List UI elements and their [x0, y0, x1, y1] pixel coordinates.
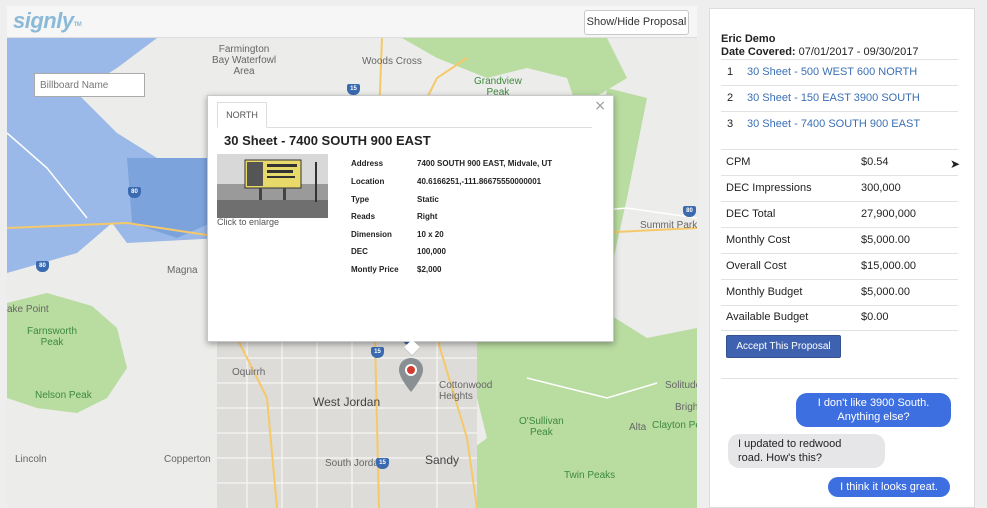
interstate-shield-icon: 80 [683, 206, 696, 217]
chat-message-sent: I think it looks great. [828, 477, 950, 497]
divider [721, 227, 958, 228]
date-covered: Date Covered: 07/01/2017 - 09/30/2017 [721, 46, 919, 58]
divider [721, 378, 958, 379]
divider [721, 253, 958, 254]
attr-address-value: 7400 SOUTH 900 EAST, Midvale, UT [417, 159, 553, 168]
interstate-shield-icon: 15 [371, 347, 384, 358]
billboard-marker-icon[interactable] [399, 358, 423, 392]
billboard-title: 30 Sheet - 7400 SOUTH 900 EAST [224, 133, 431, 148]
attr-type-label: Type [351, 195, 370, 204]
attr-location-value: 40.6166251,-111.86675550000001 [417, 177, 542, 186]
divider [721, 201, 958, 202]
map-label-farmington: Farmington Bay Waterfowl Area [212, 44, 277, 77]
metric-overall-cost-value: $15,000.00 [861, 260, 917, 272]
metric-cpm-value: $0.54 [861, 156, 889, 168]
attr-dimension-label: Dimension [351, 230, 392, 239]
metric-dec-impressions-label: DEC Impressions [726, 182, 812, 194]
billboard-name-input[interactable] [34, 73, 145, 97]
metric-available-budget-value: $0.00 [861, 311, 889, 323]
metric-monthly-budget-value: $5,000.00 [861, 286, 910, 298]
map-label-cottonwood: Cottonwood Heights [439, 380, 493, 402]
metric-monthly-budget-label: Monthly Budget [726, 286, 803, 298]
location-link-1[interactable]: 30 Sheet - 500 WEST 600 NORTH [747, 66, 917, 78]
metric-dec-total-value: 27,900,000 [861, 208, 917, 220]
client-name: Eric Demo [721, 33, 776, 45]
map-label-alta: Alta [629, 422, 647, 433]
interstate-shield-icon: 80 [36, 261, 49, 272]
metric-dec-total-label: DEC Total [726, 208, 776, 220]
tab-north[interactable]: NORTH [217, 102, 267, 128]
mouse-cursor-icon: ➤ [950, 157, 961, 171]
billboard-photo[interactable] [217, 154, 328, 218]
interstate-shield-icon: 80 [128, 187, 141, 198]
attr-reads-label: Reads [351, 212, 376, 221]
attr-price-value: $2,000 [417, 265, 442, 274]
map-label-farnsworth: Farnsworth Peak [27, 326, 78, 348]
map-label-nelson-peak: Nelson Peak [35, 390, 92, 401]
map-label-oquirrh: Oquirrh [232, 367, 266, 378]
map-label-lincoln: Lincoln [15, 454, 47, 465]
map-label-magna: Magna [167, 265, 198, 276]
map-label-woods-cross: Woods Cross [362, 56, 422, 67]
map-label-west-jordan: West Jordan [313, 395, 381, 409]
chat-message-sent: I don't like 3900 South. Anything else? [796, 393, 951, 427]
metric-monthly-cost-label: Monthly Cost [726, 234, 791, 246]
attr-address-label: Address [351, 159, 384, 168]
attr-type-value: Static [417, 195, 439, 204]
attr-dimension-value: 10 x 20 [417, 230, 444, 239]
map-label-lake-point: ake Point [7, 304, 49, 315]
close-icon[interactable]: × [594, 98, 606, 114]
map-label-brighton: Brighton [675, 402, 697, 413]
divider [721, 330, 958, 331]
map-label-summit-park: Summit Park [640, 220, 697, 231]
map-label-osullivan: O'Sullivan Peak [519, 416, 564, 438]
divider [721, 59, 958, 60]
location-link-3[interactable]: 30 Sheet - 7400 SOUTH 900 EAST [747, 118, 920, 130]
top-bar: signlyTM Show/Hide Proposal [7, 6, 697, 38]
metric-dec-impressions-value: 300,000 [861, 182, 901, 194]
show-hide-proposal-button[interactable]: Show/Hide Proposal [584, 10, 689, 35]
divider [721, 111, 958, 112]
attr-location-label: Location [351, 177, 385, 186]
map-label-clayton-peak: Clayton Peak [652, 420, 697, 431]
attr-dec-value: 100,000 [417, 247, 446, 256]
attr-reads-value: Right [417, 212, 438, 221]
metric-overall-cost-label: Overall Cost [726, 260, 787, 272]
signly-logo: signlyTM [13, 8, 82, 33]
photo-enlarge-caption[interactable]: Click to enlarge [217, 217, 279, 227]
map-label-copperton: Copperton [164, 454, 211, 465]
map-label-sandy: Sandy [425, 453, 460, 467]
location-number: 2 [727, 92, 734, 104]
billboard-photo-image [217, 154, 328, 218]
divider [721, 175, 958, 176]
divider [721, 305, 958, 306]
divider [721, 279, 958, 280]
app-window: signlyTM Show/Hide Proposal Farmington B… [0, 0, 987, 508]
location-number: 3 [727, 118, 734, 130]
metric-monthly-cost-value: $5,000.00 [861, 234, 910, 246]
divider [721, 149, 958, 150]
map-label-twin-peaks: Twin Peaks [564, 470, 616, 481]
interstate-shield-icon: 15 [347, 84, 360, 95]
interstate-shield-icon: 15 [376, 458, 389, 469]
metric-available-budget-label: Available Budget [726, 311, 809, 323]
divider [721, 85, 958, 86]
chat-message-received: I updated to redwood road. How's this? [728, 434, 885, 468]
attr-price-label: Montly Price [351, 265, 399, 274]
attr-dec-label: DEC [351, 247, 368, 256]
map-label-solitude: Solitude [665, 380, 697, 391]
proposal-panel: Eric Demo Date Covered: 07/01/2017 - 09/… [709, 8, 975, 508]
location-number: 1 [727, 66, 734, 78]
popup-tab-divider [217, 127, 592, 128]
accept-proposal-button[interactable]: Accept This Proposal [726, 335, 841, 358]
location-link-2[interactable]: 30 Sheet - 150 EAST 3900 SOUTH [747, 92, 920, 104]
metric-cpm-label: CPM [726, 156, 751, 168]
billboard-info-popup: × NORTH 30 Sheet - 7400 SOUTH 900 EAST C… [207, 95, 614, 357]
